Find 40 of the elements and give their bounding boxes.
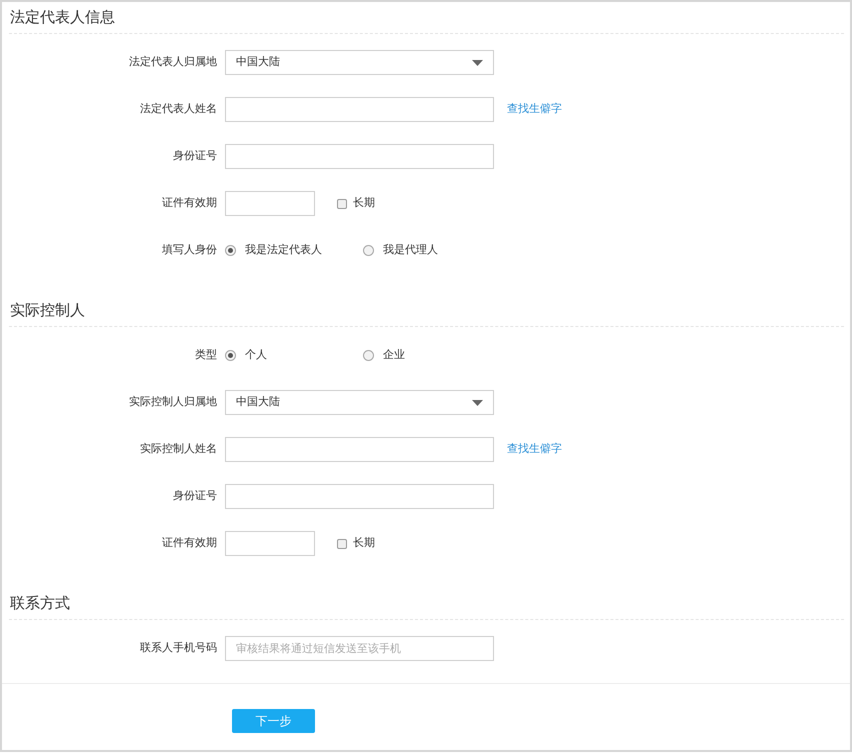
field-label: 联系人手机号码 [140, 640, 217, 656]
input-field[interactable] [225, 97, 494, 122]
radio-label: 我是法定代表人 [245, 242, 322, 258]
input-field[interactable]: 审核结果将通过短信发送至该手机 [225, 636, 494, 661]
caret-icon [472, 400, 483, 406]
field-label: 法定代表人归属地 [129, 54, 217, 70]
section-title: 法定代表人信息 [9, 7, 115, 28]
field-label: 实际控制人归属地 [129, 394, 217, 410]
field-label: 证件有效期 [162, 535, 217, 552]
section-title: 联系方式 [9, 593, 70, 614]
input-field[interactable] [225, 437, 494, 462]
radio-button[interactable] [363, 350, 374, 361]
date-field[interactable] [225, 531, 315, 556]
caret-icon [472, 60, 483, 66]
next-step-button[interactable]: 下一步 [232, 709, 315, 733]
radio-button[interactable] [363, 245, 374, 256]
date-field[interactable] [225, 191, 315, 216]
checkbox-label: 长期 [353, 195, 375, 212]
rare-character-link[interactable]: 查找生僻字 [507, 441, 562, 458]
radio-label: 我是代理人 [383, 242, 438, 258]
input-field[interactable] [225, 484, 494, 509]
checkbox[interactable] [337, 198, 347, 208]
field-label: 实际控制人姓名 [140, 441, 217, 458]
field-label: 身份证号 [173, 488, 217, 504]
field-label: 类型 [195, 347, 217, 364]
rare-character-link[interactable]: 查找生僻字 [507, 101, 562, 118]
field-label: 填写人身份 [162, 242, 217, 258]
radio-label: 个人 [245, 347, 267, 364]
radio-label: 企业 [383, 347, 405, 364]
field-label: 法定代表人姓名 [140, 101, 217, 118]
field-label: 证件有效期 [162, 195, 217, 212]
field-label: 身份证号 [173, 148, 217, 164]
radio-button[interactable] [225, 245, 236, 256]
checkbox-label: 长期 [353, 535, 375, 552]
checkbox[interactable] [337, 538, 347, 548]
region-dropdown[interactable]: 中国大陆 [225, 390, 494, 415]
section-title: 实际控制人 [9, 300, 85, 322]
radio-button[interactable] [225, 350, 236, 361]
input-field[interactable] [225, 144, 494, 169]
region-dropdown[interactable]: 中国大陆 [225, 50, 494, 75]
